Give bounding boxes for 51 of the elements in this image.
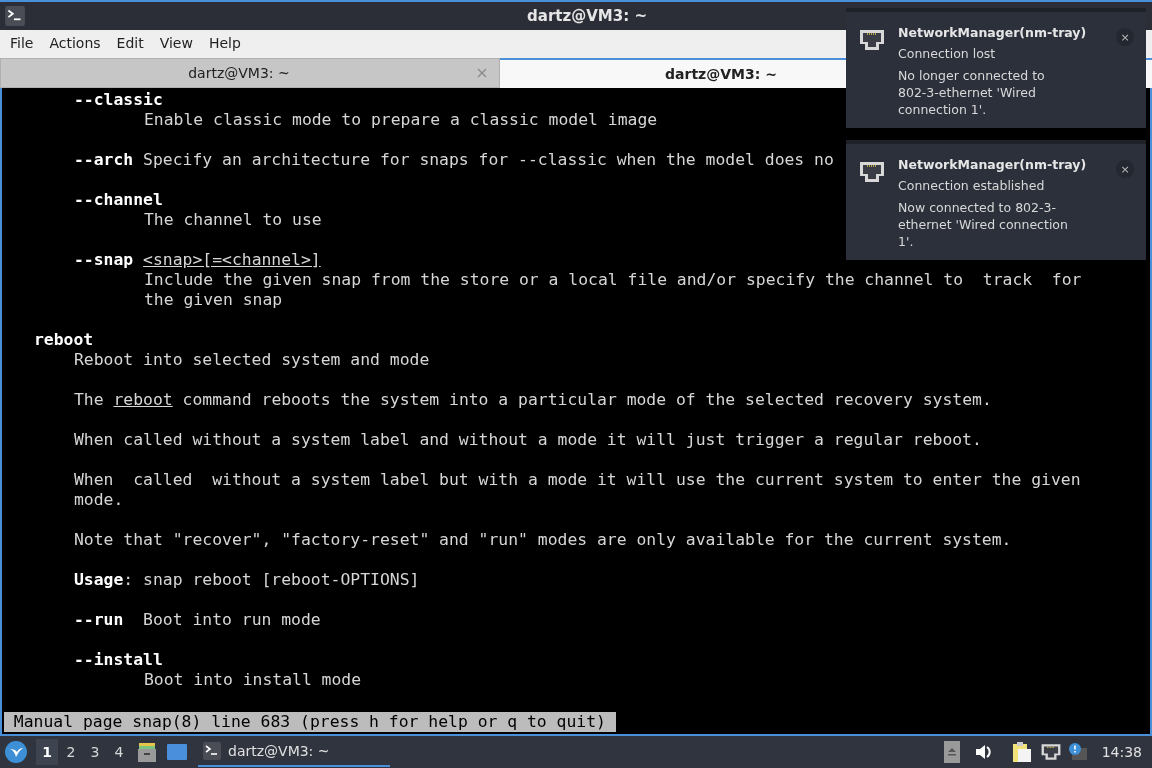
notification-body: Now connected to 802-3-ethernet 'Wired connection 1'. bbox=[898, 199, 1069, 250]
workspace-button[interactable]: 2 bbox=[60, 739, 82, 765]
manual-line: the given snap bbox=[144, 290, 283, 310]
terminal-icon bbox=[4, 5, 26, 27]
manual-line: Boot into install mode bbox=[144, 670, 362, 690]
file-cabinet-icon[interactable] bbox=[136, 741, 158, 763]
manual-line: Note that "recover", "factory-reset" and "run" modes are only available for the current system. bbox=[74, 530, 1012, 550]
clipboard-icon[interactable] bbox=[1011, 741, 1032, 763]
close-button[interactable]: × bbox=[1116, 160, 1134, 178]
terminal-icon bbox=[202, 741, 222, 761]
workspace-button[interactable]: 1 bbox=[36, 739, 58, 765]
manual-line: --channel bbox=[74, 190, 163, 210]
network-icon bbox=[858, 28, 886, 52]
manual-line: The reboot command reboots the system into a particular mode of the selected recovery system. bbox=[74, 390, 992, 410]
manual-line: Include the given snap from the store or a local file and/or specify the channel to track for bbox=[144, 270, 1082, 290]
notification-app: NetworkManager(nm-tray) bbox=[898, 156, 1087, 173]
start-menu-icon[interactable] bbox=[4, 740, 28, 764]
workspace-button[interactable]: 4 bbox=[108, 739, 130, 765]
close-button[interactable]: × bbox=[1116, 28, 1134, 46]
notification-app: NetworkManager(nm-tray) bbox=[898, 24, 1087, 41]
menu-item[interactable]: Actions bbox=[43, 32, 107, 54]
volume-icon[interactable] bbox=[973, 742, 994, 762]
manual-line: When called without a system label and without a mode it will just trigger a regular reboot. bbox=[74, 430, 982, 450]
manual-line: mode. bbox=[74, 490, 124, 510]
manual-line: The channel to use bbox=[144, 210, 322, 230]
notification-summary: Connection established bbox=[898, 177, 1045, 194]
manual-line: --snap <snap>[=<channel>] bbox=[74, 250, 321, 270]
notification-icon[interactable] bbox=[1067, 742, 1088, 762]
cursor bbox=[605, 712, 616, 732]
manual-line: --arch Specify an architecture for snaps for --classic when the model does no bbox=[74, 150, 834, 170]
manual-line: Reboot into selected system and mode bbox=[74, 350, 430, 370]
window-title: dartz@VM3: ~ bbox=[527, 5, 647, 27]
menu-item[interactable]: View bbox=[153, 32, 199, 54]
manual-line: --install bbox=[74, 650, 163, 670]
network-icon bbox=[858, 160, 886, 184]
taskbar-task[interactable]: dartz@VM3: ~ bbox=[198, 737, 390, 767]
manual-line: When called without a system label but with a mode it will use the current system to enter the given bbox=[74, 470, 1081, 490]
network-icon bbox=[1039, 742, 1062, 762]
manual-line: reboot bbox=[34, 330, 94, 350]
menu-item[interactable]: Help bbox=[202, 32, 247, 54]
manual-line: --classic bbox=[74, 90, 163, 110]
manual-line: Enable classic mode to prepare a classic model image bbox=[144, 110, 658, 130]
workspace-button[interactable]: 3 bbox=[84, 739, 106, 765]
desktop-icon[interactable] bbox=[166, 741, 188, 763]
menu-item[interactable]: Edit bbox=[110, 32, 150, 54]
clock: 14:38 bbox=[1101, 742, 1142, 762]
manual-line: --run Boot into run mode bbox=[74, 610, 321, 630]
tab[interactable]: dartz@VM3: ~ bbox=[0, 58, 500, 88]
menu-item[interactable]: File bbox=[4, 32, 40, 54]
eject-icon[interactable] bbox=[943, 741, 960, 763]
manual-line: Usage: snap reboot [reboot-OPTIONS] bbox=[74, 570, 420, 590]
